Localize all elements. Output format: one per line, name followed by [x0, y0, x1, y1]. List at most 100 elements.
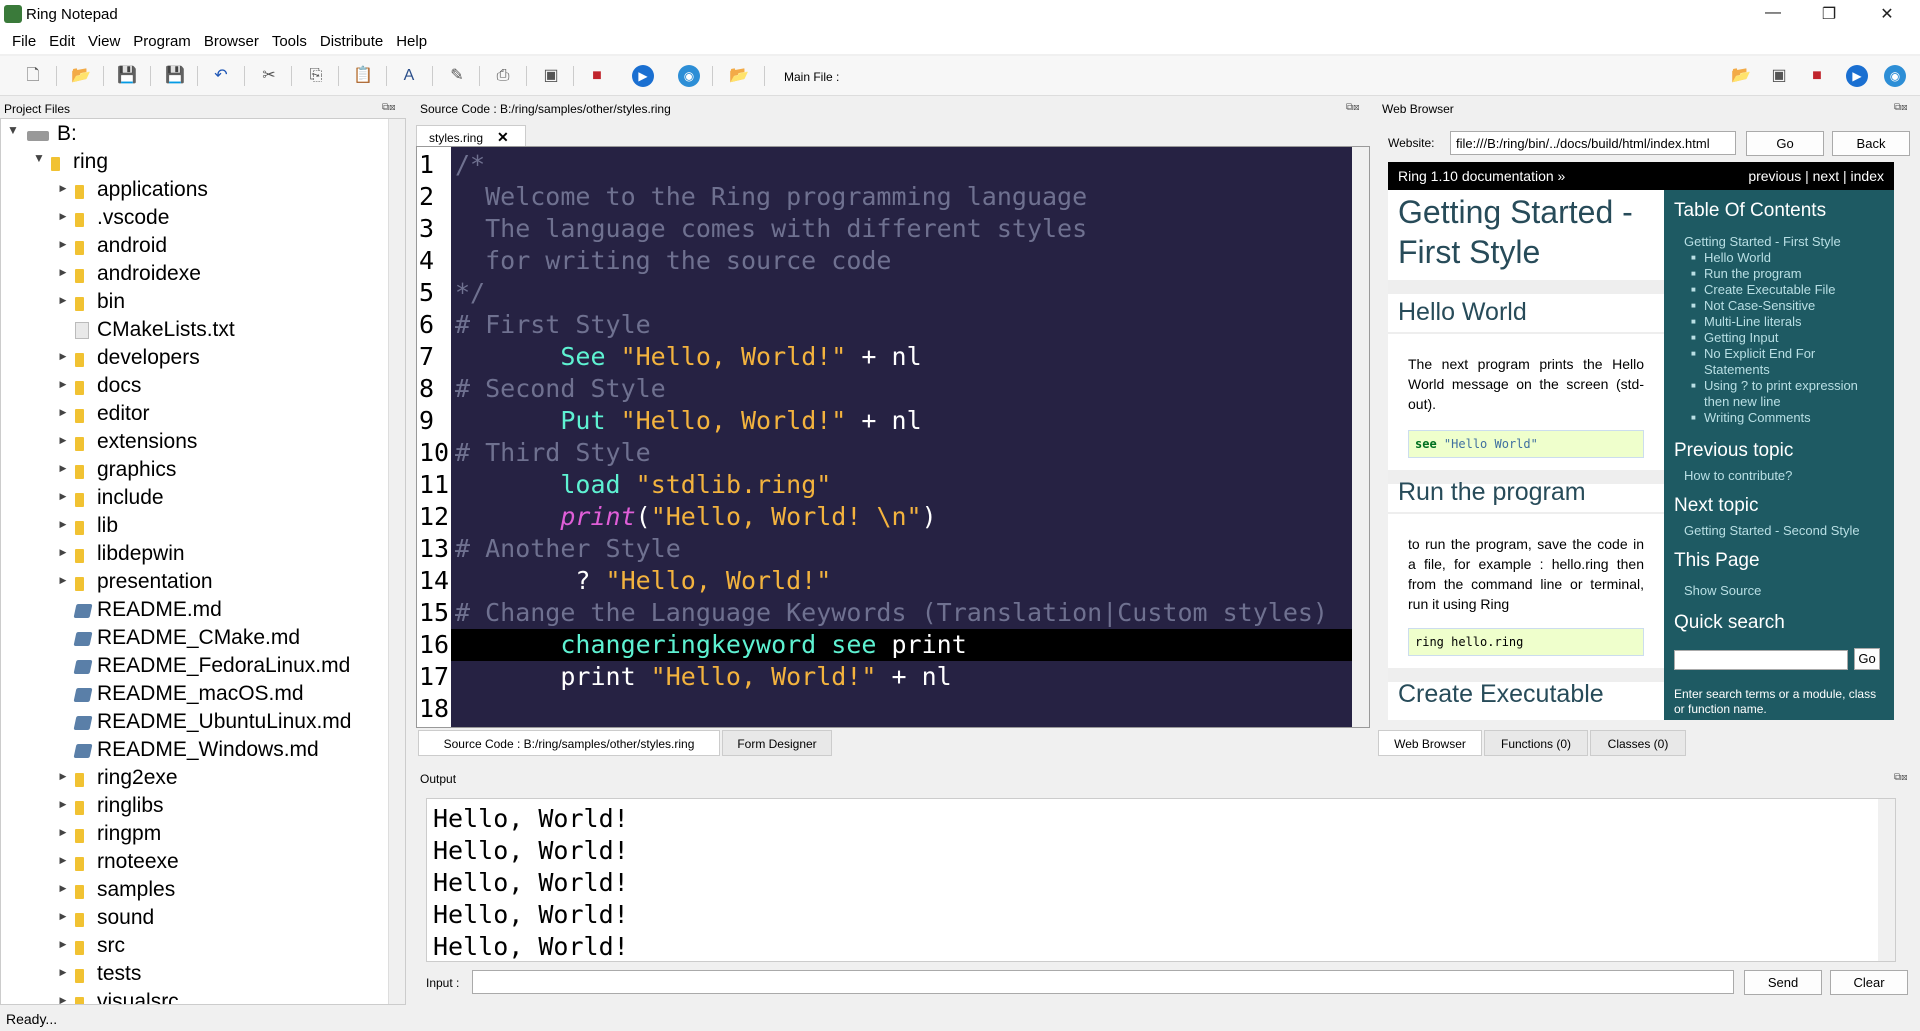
- drive-icon: [27, 131, 49, 141]
- menu-edit[interactable]: Edit: [43, 30, 82, 54]
- doc-nav-links[interactable]: previous | next | index: [1748, 162, 1884, 190]
- main-debug-icon[interactable]: ▣: [1768, 65, 1790, 87]
- find-icon[interactable]: ✎: [446, 65, 468, 87]
- expand-arrow-icon[interactable]: ▶: [57, 435, 69, 446]
- editor-scrollbar[interactable]: [1352, 147, 1369, 727]
- expand-arrow-icon[interactable]: ▶: [57, 855, 69, 866]
- expand-arrow-icon[interactable]: ▶: [57, 939, 69, 950]
- set-main-file-icon[interactable]: 📂: [1730, 65, 1752, 87]
- run-icon[interactable]: ▶: [632, 65, 654, 87]
- back-button[interactable]: Back: [1832, 131, 1910, 156]
- toc-top-link[interactable]: Getting Started - First Style: [1684, 234, 1841, 249]
- collapse-arrow-icon[interactable]: ▼: [33, 151, 45, 165]
- minimize-button[interactable]: —: [1762, 4, 1784, 24]
- doc-header-link[interactable]: Ring 1.10 documentation »: [1398, 162, 1565, 190]
- go-button[interactable]: Go: [1746, 131, 1824, 156]
- copy-icon[interactable]: ⎘: [305, 65, 327, 87]
- clear-button[interactable]: Clear: [1830, 970, 1908, 995]
- expand-arrow-icon[interactable]: ▶: [57, 911, 69, 922]
- expand-arrow-icon[interactable]: ▶: [57, 575, 69, 586]
- toc-item[interactable]: No Explicit End For Statements: [1691, 346, 1879, 378]
- maximize-button[interactable]: ❐: [1818, 4, 1840, 24]
- browser-scrollbar[interactable]: [1894, 162, 1911, 720]
- open-folder-2-icon[interactable]: 📂: [728, 65, 750, 87]
- project-panel-controls[interactable]: ⧉⊠: [382, 102, 396, 113]
- previous-topic-link[interactable]: How to contribute?: [1684, 468, 1792, 483]
- expand-arrow-icon[interactable]: ▶: [57, 967, 69, 978]
- expand-arrow-icon[interactable]: ▶: [57, 211, 69, 222]
- toc-item[interactable]: Getting Input: [1691, 330, 1879, 346]
- main-run-gui-icon[interactable]: ■: [1806, 65, 1828, 87]
- new-file-icon[interactable]: 🗋: [22, 65, 44, 87]
- main-run-icon[interactable]: ▶: [1846, 65, 1868, 87]
- line-number: 11: [419, 470, 450, 499]
- expand-arrow-icon[interactable]: ▶: [57, 295, 69, 306]
- quick-search-go-button[interactable]: Go: [1854, 648, 1880, 670]
- open-folder-icon[interactable]: 📂: [70, 65, 92, 87]
- output-area[interactable]: Hello, World! Hello, World! Hello, World! H…: [426, 798, 1896, 962]
- close-button[interactable]: ✕: [1876, 4, 1898, 24]
- run-gui-icon[interactable]: ■: [586, 65, 608, 87]
- expand-arrow-icon[interactable]: ▶: [57, 351, 69, 362]
- toc-item[interactable]: Multi-Line literals: [1691, 314, 1879, 330]
- toc-item[interactable]: Not Case-Sensitive: [1691, 298, 1879, 314]
- font-icon[interactable]: A: [398, 65, 420, 87]
- toc-item[interactable]: Run the program: [1691, 266, 1879, 282]
- tab-form-designer[interactable]: Form Designer: [722, 730, 832, 756]
- tree-item-label: bin: [97, 290, 126, 313]
- collapse-arrow-icon[interactable]: ▼: [7, 123, 19, 137]
- toc-item[interactable]: Writing Comments: [1691, 410, 1879, 426]
- expand-arrow-icon[interactable]: ▶: [57, 995, 69, 1004]
- expand-arrow-icon[interactable]: ▶: [57, 379, 69, 390]
- show-source-link[interactable]: Show Source: [1684, 583, 1761, 598]
- web-panel-controls[interactable]: ⧉⊠: [1894, 102, 1908, 113]
- expand-arrow-icon[interactable]: ▶: [57, 407, 69, 418]
- expand-arrow-icon[interactable]: ▶: [57, 827, 69, 838]
- toc-item[interactable]: Using ? to print expression then new lin…: [1691, 378, 1879, 410]
- menu-distribute[interactable]: Distribute: [314, 30, 390, 54]
- expand-arrow-icon[interactable]: ▶: [57, 239, 69, 250]
- expand-arrow-icon[interactable]: ▶: [57, 799, 69, 810]
- save-as-icon[interactable]: 💾: [164, 65, 186, 87]
- menu-file[interactable]: File: [6, 30, 43, 54]
- save-icon[interactable]: 💾: [116, 65, 138, 87]
- cut-icon[interactable]: ✂: [258, 65, 280, 87]
- expand-arrow-icon[interactable]: ▶: [57, 771, 69, 782]
- project-tree-scrollbar[interactable]: [388, 119, 405, 1004]
- menu-view[interactable]: View: [82, 30, 127, 54]
- debug-icon[interactable]: ▣: [540, 65, 562, 87]
- menu-program[interactable]: Program: [127, 30, 198, 54]
- close-tab-icon[interactable]: ✕: [497, 129, 509, 146]
- expand-arrow-icon[interactable]: ▶: [57, 883, 69, 894]
- output-scrollbar[interactable]: [1878, 799, 1895, 961]
- code-editor[interactable]: 1 2 3 4 5 6 7 8 9 10 11 12 13 14 15 16 17 18 /* Welcome t…: [416, 146, 1370, 728]
- send-button[interactable]: Send: [1744, 970, 1822, 995]
- web-browser-icon[interactable]: ◉: [678, 65, 700, 87]
- menu-help[interactable]: Help: [390, 30, 434, 54]
- toc-item[interactable]: Hello World: [1691, 250, 1879, 266]
- expand-arrow-icon[interactable]: ▶: [57, 463, 69, 474]
- expand-arrow-icon[interactable]: ▶: [57, 183, 69, 194]
- expand-arrow-icon[interactable]: ▶: [57, 491, 69, 502]
- url-input[interactable]: [1450, 131, 1736, 155]
- menu-tools[interactable]: Tools: [266, 30, 314, 54]
- tree-item-label: sound: [97, 906, 155, 929]
- undo-icon[interactable]: ↶: [210, 65, 232, 87]
- output-panel-controls[interactable]: ⧉⊠: [1894, 772, 1908, 783]
- toc-item[interactable]: Create Executable File: [1691, 282, 1879, 298]
- source-panel-controls[interactable]: ⧉⊠: [1346, 102, 1360, 113]
- print-icon[interactable]: ⎙: [492, 65, 514, 87]
- next-topic-link[interactable]: Getting Started - Second Style: [1684, 523, 1860, 538]
- tab-functions[interactable]: Functions (0): [1484, 730, 1588, 756]
- paste-icon[interactable]: 📋: [352, 65, 374, 87]
- tab-source-code[interactable]: Source Code : B:/ring/samples/other/styl…: [418, 730, 720, 756]
- tab-classes[interactable]: Classes (0): [1590, 730, 1686, 756]
- expand-arrow-icon[interactable]: ▶: [57, 519, 69, 530]
- quick-search-input[interactable]: [1674, 650, 1848, 670]
- menu-browser[interactable]: Browser: [198, 30, 266, 54]
- program-input[interactable]: [472, 970, 1734, 994]
- tab-web-browser[interactable]: Web Browser: [1378, 730, 1482, 756]
- expand-arrow-icon[interactable]: ▶: [57, 547, 69, 558]
- expand-arrow-icon[interactable]: ▶: [57, 267, 69, 278]
- main-web-icon[interactable]: ◉: [1884, 65, 1906, 87]
